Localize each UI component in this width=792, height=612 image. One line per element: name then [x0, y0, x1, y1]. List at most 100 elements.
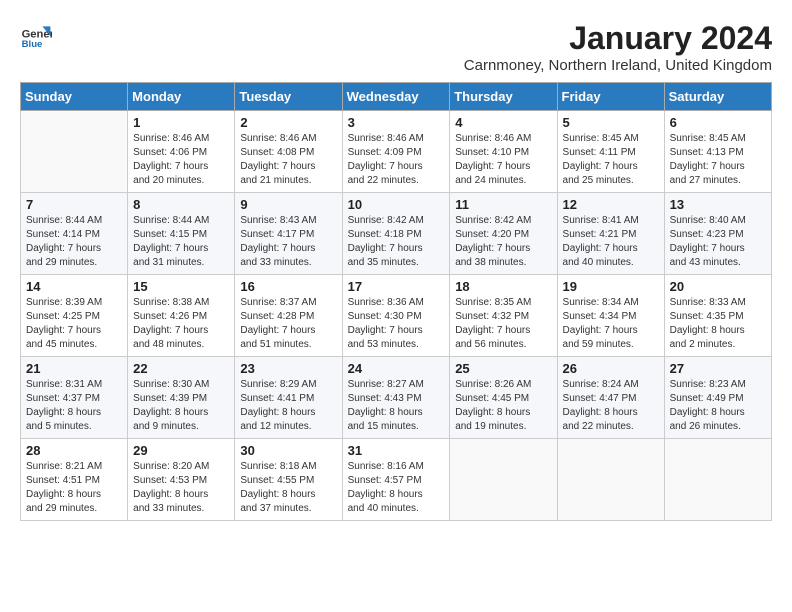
day-number: 1 — [133, 115, 229, 130]
day-number: 4 — [455, 115, 551, 130]
calendar-cell — [664, 439, 771, 521]
day-number: 9 — [240, 197, 336, 212]
day-info: Sunrise: 8:27 AMSunset: 4:43 PMDaylight:… — [348, 378, 445, 434]
calendar-week-row: 7Sunrise: 8:44 AMSunset: 4:14 PMDaylight… — [21, 193, 772, 275]
day-info: Sunrise: 8:36 AMSunset: 4:30 PMDaylight:… — [348, 296, 445, 352]
day-info: Sunrise: 8:20 AMSunset: 4:53 PMDaylight:… — [133, 460, 229, 516]
svg-text:Blue: Blue — [22, 39, 43, 50]
day-info: Sunrise: 8:37 AMSunset: 4:28 PMDaylight:… — [240, 296, 336, 352]
day-number: 14 — [26, 279, 122, 294]
day-info: Sunrise: 8:42 AMSunset: 4:18 PMDaylight:… — [348, 214, 445, 270]
calendar-cell — [21, 111, 128, 193]
calendar-cell: 28 Sunrise: 8:21 AMSunset: 4:51 PMDayligh… — [21, 439, 128, 521]
day-number: 13 — [670, 197, 766, 212]
calendar-cell: 18 Sunrise: 8:35 AMSunset: 4:32 PMDayligh… — [450, 275, 557, 357]
day-number: 30 — [240, 443, 336, 458]
day-info: Sunrise: 8:45 AMSunset: 4:13 PMDaylight:… — [670, 132, 766, 188]
day-number: 28 — [26, 443, 122, 458]
day-info: Sunrise: 8:46 AMSunset: 4:10 PMDaylight:… — [455, 132, 551, 188]
day-info: Sunrise: 8:46 AMSunset: 4:06 PMDaylight:… — [133, 132, 229, 188]
calendar-cell — [557, 439, 664, 521]
day-number: 22 — [133, 361, 229, 376]
day-info: Sunrise: 8:34 AMSunset: 4:34 PMDaylight:… — [563, 296, 659, 352]
day-number: 19 — [563, 279, 659, 294]
day-info: Sunrise: 8:42 AMSunset: 4:20 PMDaylight:… — [455, 214, 551, 270]
calendar-cell: 30Sunrise: 8:18 AMSunset: 4:55 PMDayligh… — [235, 439, 342, 521]
day-number: 16 — [240, 279, 336, 294]
day-number: 15 — [133, 279, 229, 294]
title-block: January 2024 Carnmoney, Northern Ireland… — [464, 20, 772, 74]
calendar-week-row: 14 Sunrise: 8:39 AMSunset: 4:25 PMDayligh… — [21, 275, 772, 357]
calendar-cell: 22 Sunrise: 8:30 AMSunset: 4:39 PMDayligh… — [128, 357, 235, 439]
day-number: 5 — [563, 115, 659, 130]
day-number: 27 — [670, 361, 766, 376]
calendar-title: January 2024 — [464, 20, 772, 57]
calendar-cell: 15 Sunrise: 8:38 AMSunset: 4:26 PMDayligh… — [128, 275, 235, 357]
calendar-cell: 29 Sunrise: 8:20 AMSunset: 4:53 PMDayligh… — [128, 439, 235, 521]
day-number: 20 — [670, 279, 766, 294]
day-info: Sunrise: 8:45 AMSunset: 4:11 PMDaylight:… — [563, 132, 659, 188]
col-sunday: Sunday — [21, 83, 128, 111]
day-info: Sunrise: 8:16 AMSunset: 4:57 PMDaylight:… — [348, 460, 445, 516]
calendar-cell: 12 Sunrise: 8:41 AMSunset: 4:21 PMDayligh… — [557, 193, 664, 275]
col-tuesday: Tuesday — [235, 83, 342, 111]
col-saturday: Saturday — [664, 83, 771, 111]
day-info: Sunrise: 8:29 AMSunset: 4:41 PMDaylight:… — [240, 378, 336, 434]
logo: General Blue — [20, 20, 52, 52]
calendar-week-row: 1 Sunrise: 8:46 AMSunset: 4:06 PMDaylight… — [21, 111, 772, 193]
calendar-cell: 2 Sunrise: 8:46 AMSunset: 4:08 PMDaylight… — [235, 111, 342, 193]
calendar-cell: 10Sunrise: 8:42 AMSunset: 4:18 PMDayligh… — [342, 193, 450, 275]
day-number: 6 — [670, 115, 766, 130]
calendar-cell: 20Sunrise: 8:33 AMSunset: 4:35 PMDayligh… — [664, 275, 771, 357]
day-info: Sunrise: 8:40 AMSunset: 4:23 PMDaylight:… — [670, 214, 766, 270]
calendar-cell: 21 Sunrise: 8:31 AMSunset: 4:37 PMDayligh… — [21, 357, 128, 439]
day-number: 25 — [455, 361, 551, 376]
calendar-cell: 19 Sunrise: 8:34 AMSunset: 4:34 PMDayligh… — [557, 275, 664, 357]
calendar-cell: 6 Sunrise: 8:45 AMSunset: 4:13 PMDaylight… — [664, 111, 771, 193]
day-info: Sunrise: 8:26 AMSunset: 4:45 PMDaylight:… — [455, 378, 551, 434]
day-number: 2 — [240, 115, 336, 130]
calendar-cell: 4 Sunrise: 8:46 AMSunset: 4:10 PMDaylight… — [450, 111, 557, 193]
day-info: Sunrise: 8:43 AMSunset: 4:17 PMDaylight:… — [240, 214, 336, 270]
calendar-week-row: 21 Sunrise: 8:31 AMSunset: 4:37 PMDayligh… — [21, 357, 772, 439]
col-friday: Friday — [557, 83, 664, 111]
day-number: 24 — [348, 361, 445, 376]
day-number: 26 — [563, 361, 659, 376]
day-number: 8 — [133, 197, 229, 212]
calendar-cell: 27 Sunrise: 8:23 AMSunset: 4:49 PMDayligh… — [664, 357, 771, 439]
col-wednesday: Wednesday — [342, 83, 450, 111]
day-info: Sunrise: 8:38 AMSunset: 4:26 PMDaylight:… — [133, 296, 229, 352]
logo-icon: General Blue — [20, 20, 52, 52]
calendar-cell: 9 Sunrise: 8:43 AMSunset: 4:17 PMDaylight… — [235, 193, 342, 275]
day-number: 31 — [348, 443, 445, 458]
day-number: 18 — [455, 279, 551, 294]
calendar-cell: 1 Sunrise: 8:46 AMSunset: 4:06 PMDaylight… — [128, 111, 235, 193]
page-header: General Blue January 2024 Carnmoney, Nor… — [20, 20, 772, 74]
calendar-cell: 26Sunrise: 8:24 AMSunset: 4:47 PMDayligh… — [557, 357, 664, 439]
calendar-table: Sunday Monday Tuesday Wednesday Thursday… — [20, 82, 772, 521]
calendar-cell: 17Sunrise: 8:36 AMSunset: 4:30 PMDayligh… — [342, 275, 450, 357]
calendar-cell: 14 Sunrise: 8:39 AMSunset: 4:25 PMDayligh… — [21, 275, 128, 357]
day-number: 23 — [240, 361, 336, 376]
day-info: Sunrise: 8:46 AMSunset: 4:08 PMDaylight:… — [240, 132, 336, 188]
calendar-header-row: Sunday Monday Tuesday Wednesday Thursday… — [21, 83, 772, 111]
calendar-cell: 7Sunrise: 8:44 AMSunset: 4:14 PMDaylight… — [21, 193, 128, 275]
calendar-cell: 25 Sunrise: 8:26 AMSunset: 4:45 PMDayligh… — [450, 357, 557, 439]
calendar-week-row: 28 Sunrise: 8:21 AMSunset: 4:51 PMDayligh… — [21, 439, 772, 521]
calendar-cell: 3Sunrise: 8:46 AMSunset: 4:09 PMDaylight… — [342, 111, 450, 193]
day-info: Sunrise: 8:31 AMSunset: 4:37 PMDaylight:… — [26, 378, 122, 434]
day-info: Sunrise: 8:30 AMSunset: 4:39 PMDaylight:… — [133, 378, 229, 434]
day-info: Sunrise: 8:39 AMSunset: 4:25 PMDaylight:… — [26, 296, 122, 352]
day-number: 12 — [563, 197, 659, 212]
calendar-cell: 16 Sunrise: 8:37 AMSunset: 4:28 PMDayligh… — [235, 275, 342, 357]
day-number: 29 — [133, 443, 229, 458]
calendar-subtitle: Carnmoney, Northern Ireland, United King… — [464, 57, 772, 74]
day-info: Sunrise: 8:44 AMSunset: 4:15 PMDaylight:… — [133, 214, 229, 270]
day-number: 21 — [26, 361, 122, 376]
day-info: Sunrise: 8:35 AMSunset: 4:32 PMDaylight:… — [455, 296, 551, 352]
day-info: Sunrise: 8:44 AMSunset: 4:14 PMDaylight:… — [26, 214, 122, 270]
day-info: Sunrise: 8:21 AMSunset: 4:51 PMDaylight:… — [26, 460, 122, 516]
day-info: Sunrise: 8:23 AMSunset: 4:49 PMDaylight:… — [670, 378, 766, 434]
day-info: Sunrise: 8:41 AMSunset: 4:21 PMDaylight:… — [563, 214, 659, 270]
calendar-cell: 31 Sunrise: 8:16 AMSunset: 4:57 PMDayligh… — [342, 439, 450, 521]
